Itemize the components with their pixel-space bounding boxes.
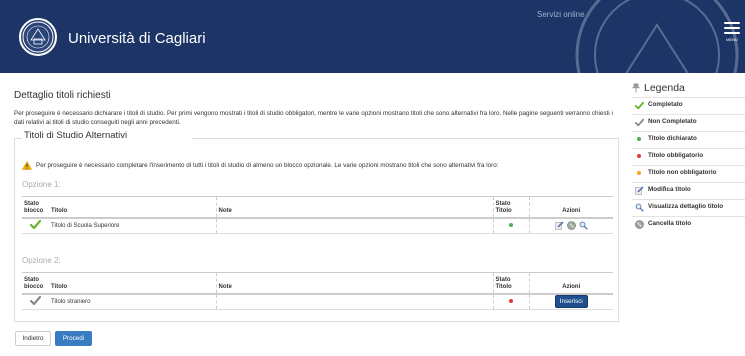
edit-icon[interactable] bbox=[555, 221, 564, 230]
green-check-icon bbox=[634, 101, 644, 110]
green-dot-icon bbox=[637, 137, 641, 141]
legend-item-cancella-titolo: Cancella titolo bbox=[632, 216, 745, 233]
green-dot-icon bbox=[509, 222, 513, 227]
col-titolo: Titolo bbox=[49, 196, 216, 219]
legend-item-titolo-non-obbligatorio: Titolo non obbligatorio bbox=[632, 165, 745, 182]
col-titolo: Titolo bbox=[49, 272, 216, 295]
option-1-label: Opzione 1: bbox=[22, 180, 61, 189]
fieldset-legend: Titoli di Studio Alternativi bbox=[22, 130, 130, 141]
university-logo[interactable] bbox=[19, 18, 57, 56]
col-stato-titolo: Stato Titolo bbox=[492, 196, 529, 219]
option-1-table: Stato blocco Titolo Note Stato Titolo Azio… bbox=[22, 196, 613, 234]
orange-dot-icon bbox=[637, 171, 641, 175]
col-note: Note bbox=[215, 272, 493, 295]
menu-label: MENU bbox=[726, 37, 738, 42]
intro-text: Per proseguire è necessario dichiarare i… bbox=[14, 110, 613, 126]
legend-item-non-completato: Non Completato bbox=[632, 114, 745, 131]
magnifier-icon bbox=[635, 203, 644, 212]
gray-check-icon bbox=[634, 118, 644, 127]
table-row: Titolo di Scuola Superiore bbox=[22, 217, 613, 234]
page-title: Dettaglio titoli richiesti bbox=[14, 90, 111, 101]
magnifier-icon[interactable] bbox=[579, 221, 588, 230]
hamburger-icon bbox=[724, 22, 740, 24]
legend-item-modifica-titolo: Modifica titolo bbox=[632, 182, 745, 199]
servizi-online-label: Servizi online bbox=[537, 10, 585, 19]
inserisci-button[interactable]: Inserisci bbox=[554, 295, 588, 309]
legend-item-titolo-dichiarato: Titolo dichiarato bbox=[632, 131, 745, 148]
menu-button[interactable]: MENU bbox=[724, 22, 740, 42]
warning-text: Per proseguire è necessario completare l… bbox=[36, 162, 499, 169]
red-dot-icon bbox=[509, 298, 513, 303]
legend-sidebar: Legenda Completato Non Completato Titolo… bbox=[632, 81, 745, 233]
site-header: Università di Cagliari Servizi online ME… bbox=[0, 0, 745, 73]
title-name: Titolo straniero bbox=[49, 293, 216, 310]
back-button[interactable]: Indietro bbox=[15, 331, 51, 346]
gray-check-icon bbox=[30, 296, 41, 306]
table-row: Titolo straniero Inserisci bbox=[22, 293, 613, 310]
legend-item-completato: Completato bbox=[632, 97, 745, 114]
title-note bbox=[215, 217, 493, 234]
green-check-icon bbox=[30, 220, 41, 230]
title-name: Titolo di Scuola Superiore bbox=[49, 217, 216, 234]
delete-icon[interactable] bbox=[566, 221, 576, 231]
next-button[interactable]: Procedi bbox=[55, 331, 92, 346]
col-azioni: Azioni bbox=[528, 196, 613, 219]
option-2-label: Opzione 2: bbox=[22, 256, 61, 265]
col-azioni: Azioni bbox=[528, 272, 613, 295]
legend-item-titolo-obbligatorio: Titolo obbligatorio bbox=[632, 148, 745, 165]
pin-icon bbox=[632, 83, 640, 93]
col-stato-blocco: Stato blocco bbox=[22, 196, 49, 219]
delete-icon bbox=[634, 219, 644, 229]
col-note: Note bbox=[215, 196, 493, 219]
col-stato-titolo: Stato Titolo bbox=[492, 272, 529, 295]
warning-icon bbox=[22, 161, 32, 170]
col-stato-blocco: Stato blocco bbox=[22, 272, 49, 295]
red-dot-icon bbox=[637, 154, 641, 158]
legend-title: Legenda bbox=[632, 81, 745, 95]
title-note bbox=[215, 293, 493, 310]
university-name[interactable]: Università di Cagliari bbox=[68, 30, 206, 47]
warning-message: Per proseguire è necessario completare l… bbox=[22, 161, 499, 170]
edit-icon bbox=[634, 185, 644, 195]
university-seal-watermark bbox=[575, 0, 739, 73]
legend-item-visualizza-dettaglio: Visualizza dettaglio titolo bbox=[632, 199, 745, 216]
option-2-table: Stato blocco Titolo Note Stato Titolo Azio… bbox=[22, 272, 613, 310]
